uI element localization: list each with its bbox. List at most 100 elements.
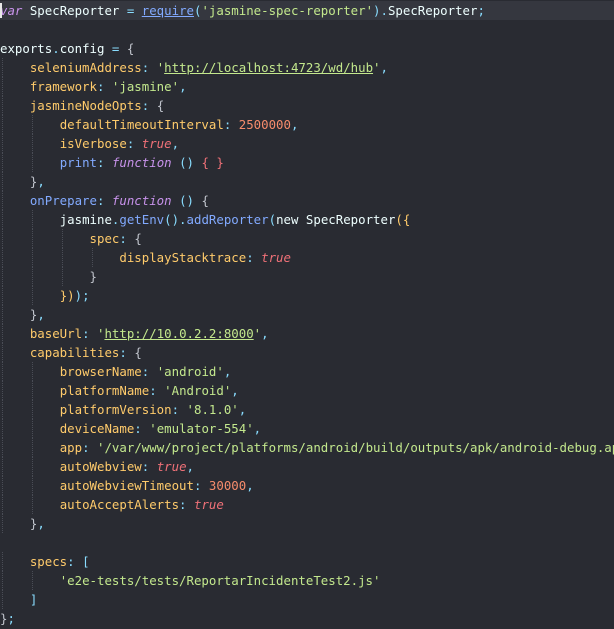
code-line[interactable]: defaultTimeoutInterval: 2500000, [0,115,614,134]
code-line[interactable]: deviceName: 'emulator-554', [0,419,614,438]
code-token: , [261,326,269,341]
code-line[interactable] [0,533,614,552]
code-token: , [238,402,247,417]
code-line[interactable]: autoWebviewTimeout: 30000, [0,476,614,495]
indent-guide [31,571,33,590]
code-token: }) [59,288,75,303]
code-line[interactable]: browserName: 'android', [0,362,614,381]
code-line[interactable]: app: '/var/www/project/platforms/android… [0,438,614,457]
code-line[interactable]: }, [0,172,614,191]
code-line[interactable]: displayStacktrace: true [0,248,614,267]
code-line[interactable]: ] [0,590,614,609]
code-line[interactable]: var SpecReporter = require('jasmine-spec… [0,1,614,20]
code-token: { } [201,155,224,170]
code-token: http://localhost:4723/wd/hub [164,60,374,75]
code-line[interactable]: baseUrl: 'http://10.0.2.2:8000', [0,324,614,343]
indent-guide [61,267,63,286]
indent-guide [31,153,33,172]
code-line[interactable]: specs: [ [0,552,614,571]
code-line[interactable]: autoAcceptAlerts: true [0,495,614,514]
code-token: defaultTimeoutInterval [59,117,224,132]
code-token: seleniumAddress [29,60,142,75]
code-line[interactable]: } [0,267,614,286]
indent-guide [31,267,33,286]
indent-guide [2,343,3,362]
code-line[interactable]: onPrepare: function () { [0,191,614,210]
code-line[interactable]: }, [0,305,614,324]
code-token: : [119,231,127,246]
code-editor[interactable]: var SpecReporter = require('jasmine-spec… [0,0,614,629]
indent-guide [31,457,33,476]
code-line[interactable]: jasmineNodeOpts: { [0,96,614,115]
code-line[interactable]: exports.config = { [0,39,614,58]
code-token: spec [89,231,120,246]
code-line[interactable]: 'e2e-tests/tests/ReportarIncidenteTest2.… [0,571,614,590]
code-token: : [171,402,180,417]
code-token: jasmine [59,212,112,227]
code-line[interactable]: autoWebview: true, [0,457,614,476]
indent-guide [2,514,3,533]
code-token: (). [164,212,187,227]
code-token: exports [0,41,53,56]
code-token: : [134,421,142,436]
code-token: var [0,3,23,18]
indent-guide [2,305,3,324]
code-line[interactable]: seleniumAddress: 'http://localhost:4723/… [0,58,614,77]
code-line[interactable]: })); [0,286,614,305]
code-line[interactable]: platformVersion: '8.1.0', [0,400,614,419]
code-token: 'jasmine' [111,79,180,94]
code-token: platformName [59,383,150,398]
text-cursor [0,3,2,18]
code-token: ); [74,288,90,303]
indent-guide [2,590,3,609]
code-token: baseUrl [29,326,83,341]
code-token: SpecReporter [22,3,127,18]
code-line[interactable]: isVerbose: true, [0,134,614,153]
code-token: platformVersion [59,402,172,417]
code-token: , [37,174,45,189]
indent-guide [31,476,33,495]
code-line[interactable]: platformName: 'Android', [0,381,614,400]
code-token: : [246,250,254,265]
code-token: : [82,326,90,341]
code-line[interactable]: print: function () { } [0,153,614,172]
indent-guide [2,210,3,229]
code-line[interactable]: framework: 'jasmine', [0,77,614,96]
code-token: displayStacktrace [119,250,247,265]
code-token: true [141,136,172,151]
code-token: } [89,269,97,284]
indent-guide [2,571,3,590]
code-line[interactable]: }, [0,514,614,533]
code-token: . [52,41,60,56]
code-line[interactable]: }; [0,609,614,628]
code-line[interactable]: jasmine.getEnv().addReporter(new SpecRep… [0,210,614,229]
code-token: print [59,155,97,170]
code-line[interactable]: spec: { [0,229,614,248]
code-token: () [179,155,195,170]
code-token: isVerbose [59,136,127,151]
code-area[interactable]: var SpecReporter = require('jasmine-spec… [0,1,614,628]
code-line[interactable] [0,20,614,39]
code-token: getEnv [119,212,165,227]
code-token: onPrepare [29,193,97,208]
code-line[interactable]: capabilities: { [0,343,614,362]
code-token: 2500000 [238,117,291,132]
